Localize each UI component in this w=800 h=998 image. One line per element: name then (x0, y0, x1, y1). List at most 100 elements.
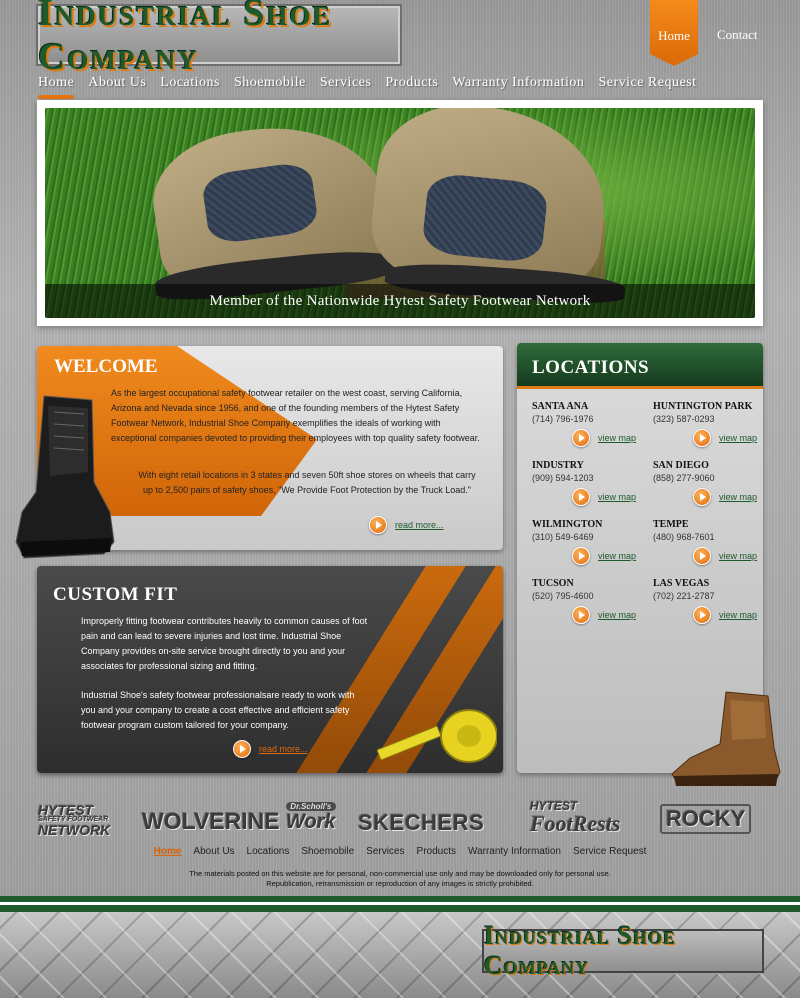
brand-text: HYTEST (38, 802, 94, 818)
view-map-label: view map (719, 492, 758, 502)
dr-scholls-work-logo[interactable]: Dr.Scholl's Work (286, 802, 336, 833)
footer-nav-warranty-information[interactable]: Warranty Information (468, 846, 561, 857)
play-icon (572, 606, 590, 624)
main-nav: Home About Us Locations Shoemobile Servi… (38, 75, 711, 99)
view-map-label: view map (719, 551, 758, 561)
footer-stripe-green-2 (0, 905, 800, 912)
disclaimer-line-1: The materials posted on this website are… (189, 869, 611, 878)
view-map-label: view map (598, 433, 637, 443)
view-map-link[interactable]: view map (693, 488, 757, 506)
location-san-diego: SAN DIEGO (858) 277-9060 view map (653, 460, 763, 506)
custom-fit-read-more-link[interactable]: read more... (233, 740, 308, 758)
view-map-link[interactable]: view map (693, 429, 757, 447)
wolverine-logo[interactable]: WOLVERINE (142, 808, 280, 835)
custom-fit-paragraph-1: Improperly fitting footwear contributes … (81, 616, 368, 671)
nav-about-us[interactable]: About Us (88, 75, 146, 91)
welcome-read-more-label: read more... (395, 520, 444, 530)
view-map-label: view map (598, 492, 637, 502)
location-phone: (858) 277-9060 (653, 473, 715, 483)
footer-nav-about-us[interactable]: About Us (193, 846, 234, 857)
nav-services[interactable]: Services (320, 75, 371, 91)
location-name: SAN DIEGO (653, 460, 709, 471)
view-map-label: view map (598, 610, 637, 620)
custom-fit-paragraph-2: Industrial Shoe's safety footwear profes… (81, 690, 355, 730)
rocky-logo[interactable]: ROCKY (660, 804, 752, 834)
location-phone: (909) 594-1203 (532, 473, 594, 483)
welcome-paragraph-2: With eight retail locations in 3 states … (138, 470, 476, 495)
view-map-label: view map (719, 433, 758, 443)
nav-locations[interactable]: Locations (160, 75, 220, 91)
view-map-label: view map (598, 551, 637, 561)
location-phone: (714) 796-1976 (532, 414, 594, 424)
view-map-link[interactable]: view map (572, 488, 636, 506)
location-name: SANTA ANA (532, 401, 589, 412)
hytest-network-logo[interactable]: HYTEST SAFETY FOOTWEAR NETWORK (38, 802, 111, 838)
disclaimer: The materials posted on this website are… (0, 869, 800, 889)
play-icon (693, 606, 711, 624)
play-icon (572, 488, 590, 506)
black-boot-image (15, 395, 115, 559)
location-phone: (323) 587-0293 (653, 414, 715, 424)
logo-text: Industrial Shoe Company (38, 0, 333, 78)
skechers-logo[interactable]: SKECHERS (358, 810, 484, 836)
play-icon (369, 516, 387, 534)
footer-nav-home[interactable]: Home (154, 846, 182, 857)
nav-warranty-information[interactable]: Warranty Information (452, 75, 584, 91)
site-logo[interactable]: Industrial Shoe Company (36, 0, 402, 78)
view-map-link[interactable]: view map (572, 429, 636, 447)
location-las-vegas: LAS VEGAS (702) 221-2787 view map (653, 578, 763, 624)
play-icon (572, 429, 590, 447)
nav-home[interactable]: Home (38, 75, 75, 99)
brown-boot-image (671, 691, 781, 786)
locations-header: LOCATIONS (517, 343, 763, 389)
location-tempe: TEMPE (480) 968-7601 view map (653, 519, 763, 565)
hero-image: Member of the Nationwide Hytest Safety F… (45, 108, 755, 318)
location-phone: (310) 549-6469 (532, 532, 594, 542)
disclaimer-line-2: Republication, retransmission or reprodu… (266, 879, 534, 888)
footer-logo[interactable]: Industrial Shoe Company (482, 921, 764, 980)
play-icon (233, 740, 251, 758)
location-tucson: TUCSON (520) 795-4600 view map (532, 578, 642, 624)
location-phone: (520) 795-4600 (532, 591, 594, 601)
location-industry: INDUSTRY (909) 594-1203 view map (532, 460, 642, 506)
hero-caption: Member of the Nationwide Hytest Safety F… (45, 284, 755, 318)
location-name: HUNTINGTON PARK (653, 401, 753, 412)
footer-nav-shoemobile[interactable]: Shoemobile (301, 846, 354, 857)
right-boot-mesh (421, 171, 549, 265)
tape-measure-image (377, 709, 497, 763)
custom-fit-panel: CUSTOM FIT Improperly fitting footwear c… (37, 566, 503, 773)
location-huntington-park: HUNTINGTON PARK (323) 587-0293 view map (653, 401, 763, 447)
hytest-footrests-logo[interactable]: HYTEST FootRests (530, 800, 620, 836)
custom-fit-read-more-label: read more... (259, 744, 308, 754)
view-map-label: view map (719, 610, 758, 620)
welcome-read-more-link[interactable]: read more... (369, 516, 444, 534)
footer-logo-text: Industrial Shoe Company (484, 921, 677, 980)
play-icon (693, 429, 711, 447)
nav-products[interactable]: Products (385, 75, 438, 91)
footer-nav-service-request[interactable]: Service Request (573, 846, 646, 857)
custom-fit-title: CUSTOM FIT (53, 584, 178, 605)
footer-nav-products[interactable]: Products (417, 846, 456, 857)
top-contact-link[interactable]: Contact (717, 27, 757, 43)
play-icon (693, 488, 711, 506)
play-icon (572, 547, 590, 565)
locations-title: LOCATIONS (532, 357, 650, 378)
view-map-link[interactable]: view map (572, 606, 636, 624)
footer-nav: Home About Us Locations Shoemobile Servi… (0, 846, 800, 857)
brand-text: NETWORK (38, 822, 111, 838)
view-map-link[interactable]: view map (693, 547, 757, 565)
nav-service-request[interactable]: Service Request (598, 75, 696, 91)
location-name: INDUSTRY (532, 460, 584, 471)
location-name: TUCSON (532, 578, 574, 589)
footer-nav-locations[interactable]: Locations (247, 846, 290, 857)
brand-text: FootRests (530, 811, 621, 836)
location-wilmington: WILMINGTON (310) 549-6469 view map (532, 519, 642, 565)
view-map-link[interactable]: view map (693, 606, 757, 624)
top-home-link[interactable]: Home (650, 0, 698, 66)
brand-text: Dr.Scholl's (286, 802, 336, 811)
welcome-title: WELCOME (54, 356, 158, 377)
view-map-link[interactable]: view map (572, 547, 636, 565)
nav-shoemobile[interactable]: Shoemobile (234, 75, 306, 91)
location-phone: (480) 968-7601 (653, 532, 715, 542)
footer-nav-services[interactable]: Services (366, 846, 404, 857)
